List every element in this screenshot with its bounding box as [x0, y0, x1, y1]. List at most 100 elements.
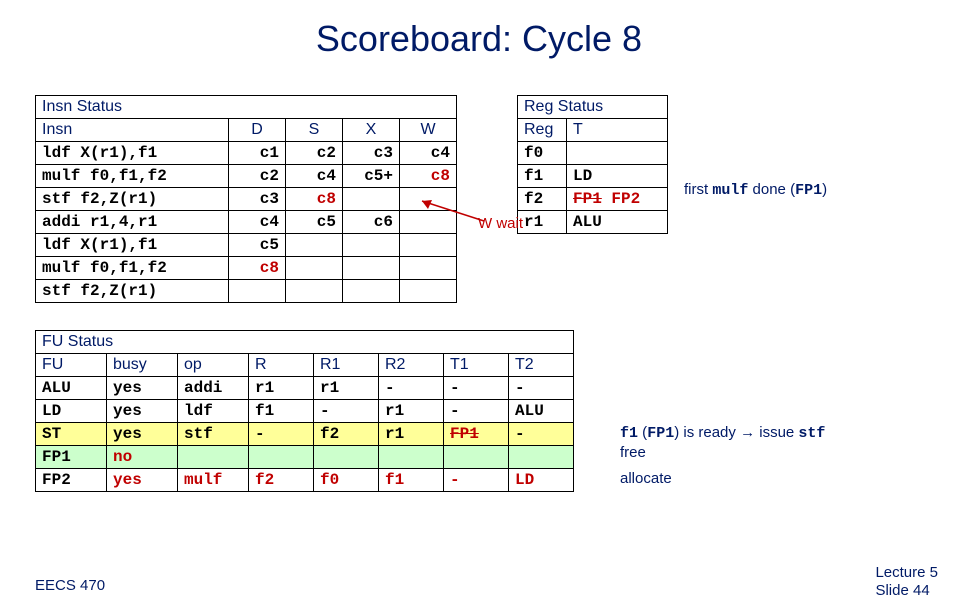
- table-cell: r1: [249, 377, 314, 400]
- table-cell: f2: [249, 469, 314, 492]
- table-cell: c8: [400, 165, 457, 188]
- text: done (: [748, 181, 795, 198]
- table-cell: [178, 446, 249, 469]
- table-cell: f1: [518, 165, 567, 188]
- footer-lecture: Lecture 5: [875, 564, 938, 582]
- fu-col-r1: R1: [314, 354, 379, 377]
- table-cell: ALU: [36, 377, 107, 400]
- annot-free: free: [620, 444, 646, 462]
- fu-header: FU Status: [36, 331, 574, 354]
- fu-col-op: op: [178, 354, 249, 377]
- table-cell: LD: [509, 469, 574, 492]
- table-cell: f2: [314, 423, 379, 446]
- table-cell: c2: [229, 165, 286, 188]
- table-cell: ldf X(r1),f1: [36, 234, 229, 257]
- insn-col-x: X: [343, 119, 400, 142]
- reg-col-reg: Reg: [518, 119, 567, 142]
- table-cell: c3: [229, 188, 286, 211]
- annot-st-issue: f1 (FP1) is ready → issue stf: [620, 424, 825, 443]
- fu-col-t2: T2: [509, 354, 574, 377]
- code: stf: [798, 425, 825, 442]
- table-cell: [379, 446, 444, 469]
- table-cell: r1: [379, 423, 444, 446]
- table-cell: stf: [178, 423, 249, 446]
- reg-status-table: Reg Status Reg T f0 f1 LD f2 FP1 FP2 r1 …: [517, 95, 668, 234]
- reg-t-new: FP2: [611, 190, 640, 208]
- annot-allocate: allocate: [620, 470, 672, 488]
- table-cell: c4: [400, 142, 457, 165]
- fu-status-table: FU Status FU busy op R R1 R2 T1 T2 ALU y…: [35, 330, 574, 492]
- annot-first-mulf: first mulf done (FP1): [684, 181, 827, 200]
- table-cell: r1: [518, 211, 567, 234]
- table-cell: -: [379, 377, 444, 400]
- table-cell: -: [444, 400, 509, 423]
- insn-col-insn: Insn: [36, 119, 229, 142]
- table-cell: mulf f0,f1,f2: [36, 257, 229, 280]
- table-cell: c8: [286, 188, 343, 211]
- table-cell: r1: [314, 377, 379, 400]
- table-cell: addi r1,4,r1: [36, 211, 229, 234]
- table-cell: stf f2,Z(r1): [36, 188, 229, 211]
- insn-col-w: W: [400, 119, 457, 142]
- table-cell: c5+: [343, 165, 400, 188]
- table-cell: f1: [379, 469, 444, 492]
- annot-wwait: W wait: [478, 215, 523, 232]
- table-cell: stf f2,Z(r1): [36, 280, 229, 303]
- footer-right: Lecture 5 Slide 44: [875, 564, 938, 600]
- insn-header: Insn Status: [36, 96, 457, 119]
- table-cell: [343, 234, 400, 257]
- table-cell: -: [314, 400, 379, 423]
- fu-col-fu: FU: [36, 354, 107, 377]
- table-cell: addi: [178, 377, 249, 400]
- table-cell: [343, 280, 400, 303]
- table-cell: [567, 142, 668, 165]
- table-cell: -: [509, 377, 574, 400]
- table-cell: c6: [343, 211, 400, 234]
- table-cell: [400, 280, 457, 303]
- table-cell: c4: [286, 165, 343, 188]
- table-cell: ST: [36, 423, 107, 446]
- table-cell: ALU: [567, 211, 668, 234]
- table-cell: [229, 280, 286, 303]
- table-cell: yes: [107, 400, 178, 423]
- table-cell: -: [249, 423, 314, 446]
- table-cell: [286, 280, 343, 303]
- table-cell: yes: [107, 377, 178, 400]
- insn-col-s: S: [286, 119, 343, 142]
- fu-col-r2: R2: [379, 354, 444, 377]
- table-cell: mulf f0,f1,f2: [36, 165, 229, 188]
- table-cell: c1: [229, 142, 286, 165]
- fu-col-t1: T1: [444, 354, 509, 377]
- text: ) is ready: [674, 424, 740, 441]
- table-cell: no: [107, 446, 178, 469]
- footer-left: EECS 470: [35, 577, 105, 594]
- table-cell: c5: [286, 211, 343, 234]
- slide-title: Scoreboard: Cycle 8: [0, 0, 958, 60]
- table-cell: f1: [249, 400, 314, 423]
- text: ): [822, 181, 827, 198]
- table-cell: FP1: [36, 446, 107, 469]
- table-cell: [444, 446, 509, 469]
- table-cell: -: [444, 377, 509, 400]
- table-cell: -: [444, 469, 509, 492]
- text: first: [684, 181, 712, 198]
- table-cell: c8: [229, 257, 286, 280]
- footer-slide: Slide 44: [875, 582, 938, 600]
- table-cell: ldf: [178, 400, 249, 423]
- table-cell: LD: [36, 400, 107, 423]
- fu-col-busy: busy: [107, 354, 178, 377]
- reg-header: Reg Status: [518, 96, 668, 119]
- code: FP1: [795, 182, 822, 199]
- table-cell: c4: [229, 211, 286, 234]
- reg-col-t: T: [567, 119, 668, 142]
- table-cell: [314, 446, 379, 469]
- table-cell: LD: [567, 165, 668, 188]
- table-cell: -: [509, 423, 574, 446]
- reg-t-old: FP1: [573, 190, 602, 208]
- text: issue: [755, 424, 798, 441]
- table-cell: FP1: [444, 423, 509, 446]
- table-cell: [343, 188, 400, 211]
- insn-status-table: Insn Status Insn D S X W ldf X(r1),f1 c1…: [35, 95, 457, 303]
- table-cell: yes: [107, 423, 178, 446]
- table-cell: f2: [518, 188, 567, 211]
